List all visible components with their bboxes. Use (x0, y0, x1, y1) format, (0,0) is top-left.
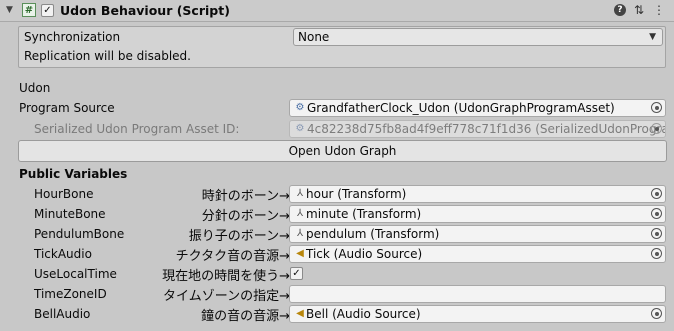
object-picker-icon[interactable] (651, 208, 662, 219)
component-title: Udon Behaviour (Script) (60, 3, 230, 18)
serialized-asset-id-label: Serialized Udon Program Asset ID: (34, 122, 240, 136)
component-header[interactable]: ▼ # ✓ Udon Behaviour (Script) ? ⇅ ⋮ (0, 0, 674, 22)
object-picker-icon[interactable] (651, 102, 662, 113)
chevron-down-icon: ▼ (649, 32, 656, 42)
transform-icon: ⅄ (296, 228, 304, 239)
annotation-timezoneid: タイムゾーンの指定→ (163, 289, 290, 304)
annotation-uselocaltime: 現在地の時間を使う→ (162, 269, 290, 284)
udon-section-label: Udon (19, 81, 51, 95)
transform-icon: ⅄ (296, 208, 304, 219)
bellaudio-value: Bell (Audio Source) (306, 307, 421, 321)
audio-source-icon: ◀ (296, 308, 304, 319)
pendulumbone-value: pendulum (Transform) (306, 227, 440, 241)
component-enabled-checkbox[interactable]: ✓ (41, 4, 54, 17)
variable-label-pendulumbone: PendulumBone (34, 227, 125, 241)
open-udon-graph-button[interactable]: Open Udon Graph (18, 140, 667, 162)
public-variables-label: Public Variables (19, 167, 128, 181)
object-picker-icon[interactable] (651, 248, 662, 259)
object-picker-icon (651, 123, 662, 134)
variable-label-minutebone: MinuteBone (34, 207, 106, 221)
synchronization-value: None (298, 30, 330, 44)
pendulumbone-field[interactable]: ⅄ pendulum (Transform) (289, 225, 666, 243)
minutebone-value: minute (Transform) (306, 207, 422, 221)
tickaudio-field[interactable]: ◀ Tick (Audio Source) (289, 245, 666, 263)
synchronization-label: Synchronization (24, 30, 121, 44)
annotation-pendulumbone: 振り子のボーン→ (188, 229, 290, 244)
object-picker-icon[interactable] (651, 308, 662, 319)
udon-graph-asset-icon: ⚙ (295, 102, 305, 113)
hourbone-value: hour (Transform) (306, 187, 407, 201)
preset-settings-icon[interactable]: ⇅ (632, 3, 646, 17)
tickaudio-value: Tick (Audio Source) (306, 247, 423, 261)
context-menu-icon[interactable]: ⋮ (652, 3, 666, 17)
bellaudio-field[interactable]: ◀ Bell (Audio Source) (289, 305, 666, 323)
timezoneid-input[interactable] (289, 285, 666, 303)
foldout-arrow-icon[interactable]: ▼ (6, 3, 16, 17)
uselocaltime-checkbox[interactable]: ✓ (290, 267, 303, 280)
program-source-field[interactable]: ⚙ GrandfatherClock_Udon (UdonGraphProgra… (289, 99, 666, 117)
program-source-label: Program Source (19, 101, 115, 115)
replication-note: Replication will be disabled. (24, 49, 191, 63)
program-source-value: GrandfatherClock_Udon (UdonGraphProgramA… (307, 101, 615, 115)
help-icon[interactable]: ? (614, 4, 626, 16)
serialized-asset-id-value: 4c82238d75fb8ad4f9eff778c71f1d36 (Serial… (307, 122, 666, 136)
annotation-bellaudio: 鐘の音の音源→ (201, 309, 290, 324)
script-icon: # (22, 3, 36, 17)
audio-source-icon: ◀ (296, 248, 304, 259)
object-picker-icon[interactable] (651, 188, 662, 199)
transform-icon: ⅄ (296, 188, 304, 199)
serialized-asset-icon: ⚙ (295, 123, 305, 134)
variable-label-hourbone: HourBone (34, 187, 94, 201)
serialized-asset-id-field: ⚙ 4c82238d75fb8ad4f9eff778c71f1d36 (Seri… (289, 120, 666, 138)
variable-label-uselocaltime: UseLocalTime (34, 267, 117, 281)
synchronization-dropdown[interactable]: None ▼ (293, 28, 663, 46)
object-picker-icon[interactable] (651, 228, 662, 239)
annotation-tickaudio: チクタク音の音源→ (175, 249, 290, 264)
annotation-hourbone: 時針のボーン→ (201, 189, 290, 204)
minutebone-field[interactable]: ⅄ minute (Transform) (289, 205, 666, 223)
variable-label-bellaudio: BellAudio (34, 307, 91, 321)
variable-label-timezoneid: TimeZoneID (34, 287, 107, 301)
variable-label-tickaudio: TickAudio (34, 247, 92, 261)
annotation-minutebone: 分針のボーン→ (201, 209, 290, 224)
hourbone-field[interactable]: ⅄ hour (Transform) (289, 185, 666, 203)
